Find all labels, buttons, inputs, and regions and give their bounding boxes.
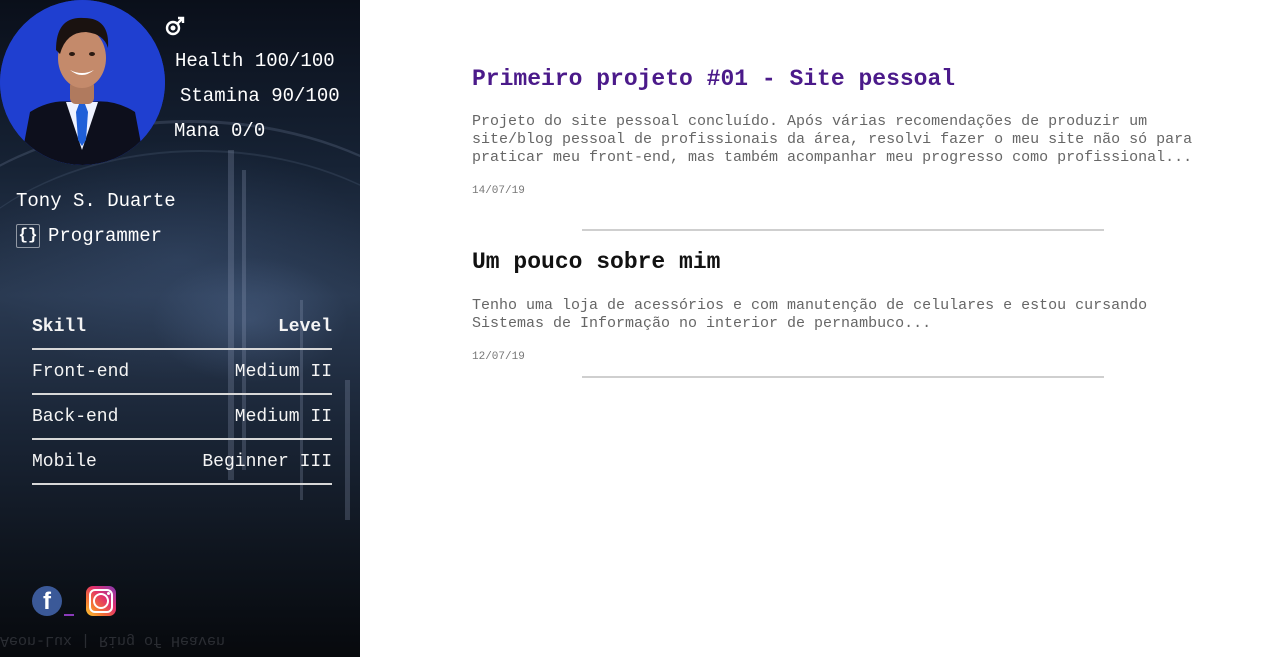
facebook-icon[interactable]: f — [32, 586, 62, 616]
stamina-stat: Stamina 90/100 — [180, 85, 340, 107]
post-title-link[interactable]: Primeiro projeto #01 - Site pessoal — [472, 66, 1202, 92]
code-braces-icon: {} — [16, 224, 40, 248]
post-date: 12/07/19 — [472, 351, 525, 363]
post-excerpt: Tenho uma loja de acessórios e com manut… — [472, 297, 1148, 332]
background-tower — [345, 380, 350, 520]
profile-role: {} Programmer — [16, 224, 162, 248]
level-column-header: Level — [277, 317, 332, 337]
post-card: Um pouco sobre mim Tenho uma loja de ace… — [472, 249, 1202, 363]
post-date: 14/07/19 — [472, 185, 525, 197]
skill-name: Back-end — [32, 406, 119, 427]
skills-table-header: Skill Level — [32, 306, 332, 350]
table-row: Front-end Medium II — [32, 350, 332, 395]
profile-name: Tony S. Duarte — [16, 190, 176, 212]
skill-level: Medium II — [234, 406, 332, 427]
post-excerpt: Projeto do site pessoal concluído. Após … — [472, 113, 1193, 166]
skill-name: Front-end — [32, 361, 130, 382]
skill-column-header: Skill — [32, 317, 87, 337]
instagram-icon[interactable] — [86, 586, 116, 616]
profile-role-label: Programmer — [48, 225, 163, 247]
table-row: Mobile Beginner III — [32, 440, 332, 485]
link-underline — [64, 614, 74, 616]
background-watermark: Aeon-Lux | Ring of Heaven — [0, 632, 226, 649]
skill-name: Mobile — [32, 451, 97, 472]
male-gender-icon — [165, 16, 185, 36]
skill-level: Medium II — [234, 361, 332, 382]
post-divider — [582, 229, 1104, 231]
mana-stat: Mana 0/0 — [174, 120, 266, 142]
skills-table: Skill Level Front-end Medium II Back-end… — [32, 306, 332, 485]
profile-sidebar: Health 100/100 Stamina 90/100 Mana 0/0 T… — [0, 0, 360, 657]
health-stat: Health 100/100 — [175, 50, 335, 72]
post-divider — [582, 376, 1104, 378]
social-links: f — [32, 586, 116, 616]
post-title-link[interactable]: Um pouco sobre mim — [472, 249, 1202, 275]
avatar — [0, 0, 165, 165]
table-row: Back-end Medium II — [32, 395, 332, 440]
skill-level: Beginner III — [202, 451, 332, 472]
post-card: Primeiro projeto #01 - Site pessoal Proj… — [472, 66, 1202, 197]
